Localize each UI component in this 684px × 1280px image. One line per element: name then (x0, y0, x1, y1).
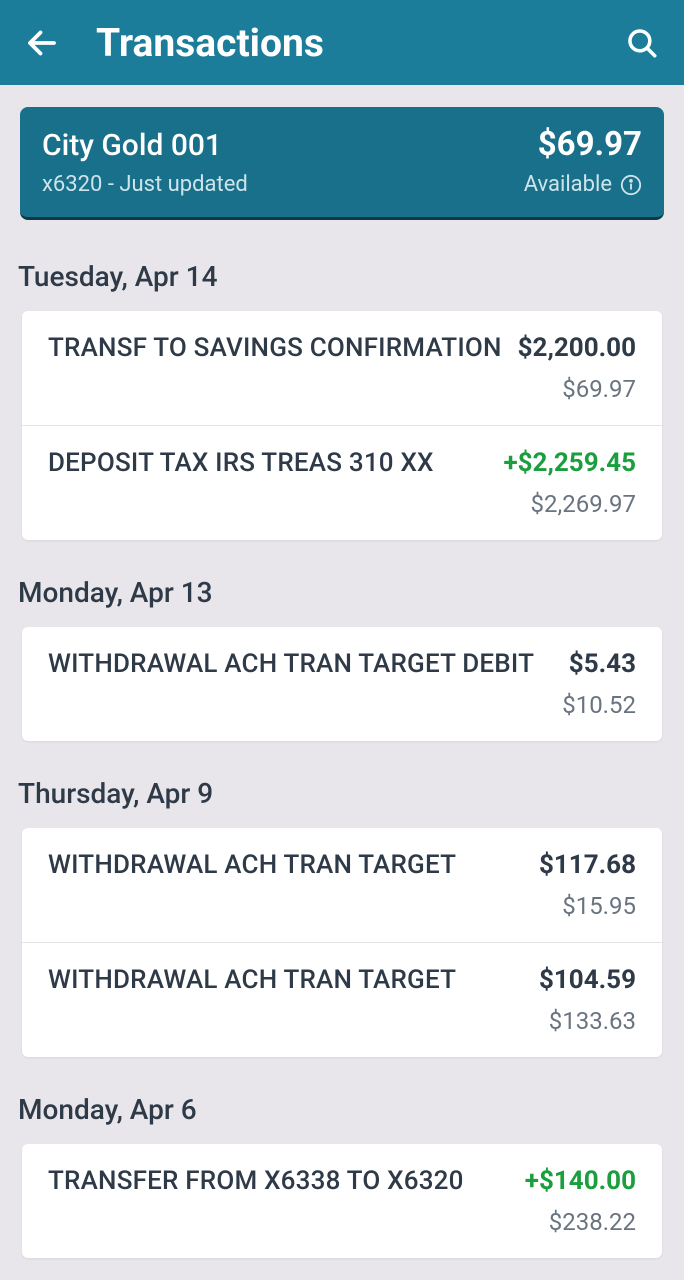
transaction-amount: $104.59 (539, 965, 636, 995)
transactions-list: Tuesday, Apr 14 TRANSF TO SAVINGS CONFIRM… (0, 220, 684, 1258)
transaction-description: WITHDRAWAL ACH TRAN TARGET (48, 850, 527, 880)
account-summary-bottom: x6320 - Just updated Available (42, 172, 642, 197)
date-header: Monday, Apr 13 (2, 540, 682, 627)
transaction-row-top: WITHDRAWAL ACH TRAN TARGET DEBIT $5.43 (48, 649, 636, 679)
transaction-balance: $15.95 (48, 892, 636, 920)
page-title: Transactions (96, 20, 618, 66)
account-summary-top: City Gold 001 $69.97 (42, 125, 642, 164)
transaction-balance: $238.22 (48, 1208, 636, 1236)
account-balance: $69.97 (538, 125, 642, 164)
transaction-row-top: TRANSF TO SAVINGS CONFIRMATION $2,200.00 (48, 333, 636, 363)
search-button[interactable] (618, 19, 666, 67)
transaction-row-top: TRANSFER FROM X6338 TO X6320 +$140.00 (48, 1166, 636, 1196)
transaction-group-card: TRANSFER FROM X6338 TO X6320 +$140.00 $238… (22, 1144, 662, 1258)
transaction-row-top: DEPOSIT TAX IRS TREAS 310 XX +$2,259.45 (48, 448, 636, 478)
account-summary-card[interactable]: City Gold 001 $69.97 x6320 - Just update… (20, 107, 664, 220)
transaction-group-card: WITHDRAWAL ACH TRAN TARGET$117.68$15.95W… (22, 828, 662, 1057)
search-icon (625, 26, 659, 60)
transaction-description: WITHDRAWAL ACH TRAN TARGET DEBIT (48, 649, 557, 679)
transaction-group-card: WITHDRAWAL ACH TRAN TARGET DEBIT $5.43 $10… (22, 627, 662, 741)
account-name: City Gold 001 (42, 128, 222, 163)
account-subtext: x6320 - Just updated (42, 172, 248, 197)
transaction-amount: +$140.00 (525, 1166, 636, 1196)
date-header: Monday, Apr 6 (2, 1057, 682, 1144)
transaction-amount: +$2,259.45 (503, 448, 636, 478)
transaction-description: TRANSFER FROM X6338 TO X6320 (48, 1166, 513, 1196)
available-label: Available (524, 172, 612, 197)
transaction-group-card: TRANSF TO SAVINGS CONFIRMATION $2,200.00 $… (22, 311, 662, 540)
transaction-row-top: WITHDRAWAL ACH TRAN TARGET $104.59 (48, 965, 636, 995)
transaction-description: TRANSF TO SAVINGS CONFIRMATION (48, 333, 506, 363)
back-arrow-icon (24, 25, 60, 61)
transaction-row[interactable]: TRANSFER FROM X6338 TO X6320 +$140.00 $238… (22, 1144, 662, 1258)
date-header: Tuesday, Apr 14 (2, 220, 682, 311)
transaction-balance: $133.63 (48, 1007, 636, 1035)
transaction-description: DEPOSIT TAX IRS TREAS 310 XX (48, 448, 491, 478)
transaction-amount: $117.68 (539, 850, 636, 880)
transaction-description: WITHDRAWAL ACH TRAN TARGET (48, 965, 527, 995)
transaction-row[interactable]: WITHDRAWAL ACH TRAN TARGET DEBIT $5.43 $10… (22, 627, 662, 741)
transaction-balance: $2,269.97 (48, 490, 636, 518)
transaction-row[interactable]: TRANSF TO SAVINGS CONFIRMATION $2,200.00 $… (22, 311, 662, 426)
back-button[interactable] (18, 19, 66, 67)
transaction-row[interactable]: WITHDRAWAL ACH TRAN TARGET $117.68 $15.95 (22, 828, 662, 943)
transaction-balance: $10.52 (48, 691, 636, 719)
transaction-amount: $5.43 (569, 649, 636, 679)
info-button[interactable] (620, 174, 642, 196)
transaction-row-top: WITHDRAWAL ACH TRAN TARGET $117.68 (48, 850, 636, 880)
transaction-amount: $2,200.00 (518, 333, 636, 363)
info-icon (620, 174, 642, 196)
transaction-row[interactable]: DEPOSIT TAX IRS TREAS 310 XX +$2,259.45 $2… (22, 426, 662, 540)
app-header: Transactions (0, 0, 684, 85)
account-available: Available (524, 172, 642, 197)
date-header: Thursday, Apr 9 (2, 741, 682, 828)
transaction-row[interactable]: WITHDRAWAL ACH TRAN TARGET $104.59 $133.63 (22, 943, 662, 1057)
transaction-balance: $69.97 (48, 375, 636, 403)
